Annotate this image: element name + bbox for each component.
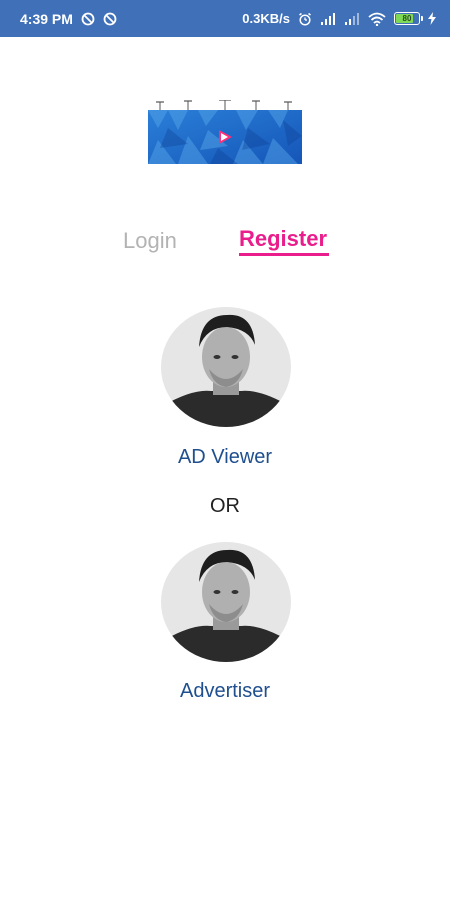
tab-register[interactable]: Register: [239, 226, 327, 252]
status-bar-left: 4:39 PM: [20, 11, 117, 27]
notification-blocked-icon: [103, 12, 117, 26]
network-speed: 0.3KB/s: [242, 11, 290, 26]
signal-icon: [344, 12, 360, 25]
signal-icon: [320, 12, 336, 25]
status-bar: 4:39 PM 0.3KB/s 80: [0, 0, 450, 37]
ad-viewer-avatar[interactable]: [161, 307, 291, 427]
status-bar-right: 0.3KB/s 80: [242, 11, 436, 26]
notification-blocked-icon: [81, 12, 95, 26]
charging-bolt-icon: [428, 12, 436, 25]
alarm-icon: [298, 12, 312, 26]
auth-tabs: Login Register: [0, 222, 450, 262]
battery-icon: 80: [394, 12, 423, 25]
wifi-icon: [368, 12, 386, 26]
status-time: 4:39 PM: [20, 10, 73, 27]
ad-viewer-label[interactable]: AD Viewer: [0, 446, 450, 469]
tab-login[interactable]: Login: [123, 228, 177, 254]
advertiser-label[interactable]: Advertiser: [0, 680, 450, 703]
battery-level: 80: [402, 14, 412, 23]
app-logo: [148, 99, 302, 164]
advertiser-avatar[interactable]: [161, 542, 291, 662]
or-separator: OR: [210, 495, 240, 517]
tab-active-underline: [239, 253, 329, 256]
